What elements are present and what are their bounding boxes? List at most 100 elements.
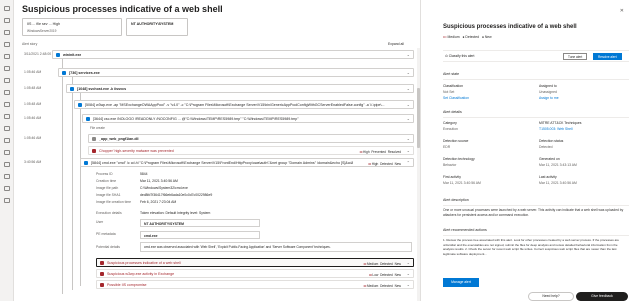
learning-hub-icon[interactable] <box>4 114 10 119</box>
menu-icon[interactable] <box>4 6 10 11</box>
tree-row-cmd[interactable]: 3:40:56 AM [5844] cmd.exe "cmd" /c cd /d… <box>22 158 420 167</box>
threat-analytics-icon[interactable] <box>4 90 10 95</box>
expand-all-button[interactable]: Expand all <box>388 42 404 46</box>
user-entity-card[interactable]: NT AUTHORITY\SYSTEM <box>126 18 188 36</box>
tree-row-services[interactable]: 1:05:46 AM [736] services.exe ⌄ <box>22 68 420 77</box>
row-time: 3:40:56 AM <box>24 160 42 164</box>
file-box[interactable]: _app_web_pngf1ian.dll ⌄ <box>88 134 414 143</box>
partners-icon[interactable] <box>4 162 10 167</box>
process-box[interactable]: [3644] csc.exe /NOLOGO /READONLY /NOCONF… <box>82 114 414 123</box>
endpoints-icon[interactable] <box>4 126 10 131</box>
status2-label: New <box>394 262 401 266</box>
row-time: 1:05:46 AM <box>24 136 42 140</box>
severity-label: Medium <box>447 35 460 39</box>
tree-row-csc[interactable]: 1:05:46 AM [3644] csc.exe /NOLOGO /READO… <box>22 114 420 123</box>
chevron-down-icon[interactable]: ⌄ <box>407 116 410 121</box>
alert-side-panel: ✕ Suspicious processes indicative of a w… <box>420 0 630 301</box>
severity-label: Medium <box>366 262 379 266</box>
action-center-icon[interactable] <box>4 66 10 71</box>
mitre-field: MITRE ATT&CK Techniques T1505.003: Web S… <box>539 121 581 131</box>
field-value: Mar 11, 2021 3:43:13 AM <box>539 163 577 167</box>
device-entity-card[interactable]: IIS ... file sev ... High WindowsServer2… <box>22 18 122 36</box>
process-box[interactable]: [5084] w3wp.exe -ap "MSExchangeOWAAppPoo… <box>74 100 414 109</box>
alert-description-text: One or more unusual processes were launc… <box>443 208 624 217</box>
left-nav-rail <box>0 0 14 301</box>
field-key: First activity <box>443 175 461 179</box>
chevron-down-icon[interactable]: ⌄ <box>407 271 410 276</box>
field-value: Mar 11, 2021 3:40:56 AM <box>539 181 577 185</box>
process-label: wininit.exe <box>63 53 82 57</box>
page-title: Suspicious processes indicative of a web… <box>22 4 223 14</box>
tree-row-wininit[interactable]: 3/11/2021 2:48:00 AM wininit.exe ⌄ <box>22 50 420 59</box>
tree-row-chopper-alert[interactable]: Chopper' high-severity malware was preve… <box>22 146 420 155</box>
potential-details-box: cmd.exe was observed associated with 'We… <box>140 242 412 252</box>
pe-metadata-box[interactable]: cmd.exe <box>140 231 260 239</box>
status-label: Detected <box>380 273 393 277</box>
field-key: Category <box>443 121 457 125</box>
chevron-down-icon[interactable]: ⌄ <box>407 282 410 287</box>
chevron-down-icon[interactable]: ⌄ <box>407 102 410 107</box>
set-classification-link[interactable]: Set Classification <box>443 96 469 100</box>
process-box[interactable]: [5844] cmd.exe "cmd" /c cd /d "C:\Progra… <box>80 158 414 167</box>
chevron-down-icon[interactable]: ⌄ <box>407 70 410 75</box>
alert-state-heading: Alert state <box>443 72 460 76</box>
divider <box>443 205 629 206</box>
classification-field: Classification Not Set Set Classificatio… <box>443 84 469 100</box>
device-inventory-icon[interactable] <box>4 138 10 143</box>
field-key: Classification <box>443 84 463 88</box>
chevron-down-icon[interactable]: ⌄ <box>407 148 410 153</box>
severity-label: High <box>371 162 379 166</box>
field-value: Mar 11, 2021 3:40:56 AM <box>443 181 481 185</box>
alert-tags: ••• Medium Detected New <box>363 261 401 266</box>
close-icon[interactable]: ✕ <box>620 8 624 14</box>
alert-box[interactable]: Possible IIS compromise ••• Medium Detec… <box>96 280 414 289</box>
assigned-field: Assigned to Unassigned Assign to me <box>539 84 559 100</box>
manage-alert-button[interactable]: Manage alert <box>443 278 479 287</box>
vulnerability-icon[interactable] <box>4 150 10 155</box>
home-icon[interactable] <box>4 18 10 23</box>
hunting-icon[interactable] <box>4 54 10 59</box>
incidents-icon[interactable] <box>4 30 10 35</box>
email-icon[interactable] <box>4 186 10 191</box>
reports-icon[interactable] <box>4 78 10 83</box>
mitre-link[interactable]: T1505.003: Web Shell <box>539 127 581 131</box>
process-box[interactable]: [1048] svchost.exe -k iissvcs ⌄ <box>66 84 414 93</box>
alert-box[interactable]: Suspicious processes indicative of a web… <box>96 258 414 267</box>
evaluation-icon[interactable] <box>4 174 10 179</box>
alert-row-iis[interactable]: Possible IIS compromise ••• Medium Detec… <box>22 280 420 289</box>
tree-row-dll[interactable]: 1:05:46 AM _app_web_pngf1ian.dll ⌄ <box>22 134 420 143</box>
process-box[interactable]: wininit.exe ⌄ <box>52 50 414 59</box>
process-box[interactable]: [736] services.exe ⌄ <box>58 68 414 77</box>
chevron-up-icon[interactable]: ⌃ <box>407 160 410 165</box>
classify-label: Classify this alert <box>448 54 475 58</box>
detail-value: Feb 6, 2021 7:23:04 AM <box>140 200 177 204</box>
alert-label: Suspicious processes indicative of a web… <box>107 261 181 265</box>
give-feedback-button[interactable]: Give feedback <box>576 292 628 301</box>
chevron-down-icon[interactable]: ⌄ <box>407 260 410 265</box>
alert-box[interactable]: Suspicious w3wp.exe activity in Exchange… <box>96 269 414 278</box>
secure-score-icon[interactable] <box>4 102 10 107</box>
tune-alert-button[interactable]: Tune alert <box>563 53 588 60</box>
divider <box>443 235 629 236</box>
settings-icon[interactable] <box>4 198 10 203</box>
alert-row-w3wp[interactable]: Suspicious w3wp.exe activity in Exchange… <box>22 269 420 278</box>
chevron-down-icon[interactable]: ⌄ <box>407 52 410 57</box>
shield-icon[interactable] <box>4 42 10 47</box>
file-label: _app_web_pngf1ian.dll <box>99 137 139 141</box>
status-label: Detected <box>380 162 393 166</box>
chevron-down-icon[interactable]: ⌄ <box>407 86 410 91</box>
detail-value: 5844 <box>140 172 148 176</box>
resolve-alert-button[interactable]: Resolve alert <box>593 53 622 60</box>
tree-row-w3wp[interactable]: 1:05:48 AM [5084] w3wp.exe -ap "MSExchan… <box>22 100 420 109</box>
tree-row-svchost[interactable]: 1:05:48 AM [1048] svchost.exe -k iissvcs… <box>22 84 420 93</box>
classify-alert-link[interactable]: ⊙ Classify this alert <box>445 54 474 58</box>
status-label: Detected <box>380 284 393 288</box>
recommended-actions-text: 1. Review the process tree associated wi… <box>443 238 619 256</box>
assign-to-me-link[interactable]: Assign to me <box>539 96 559 100</box>
alert-box[interactable]: Chopper' high-severity malware was preve… <box>88 146 414 155</box>
need-help-button[interactable]: Need help? <box>528 292 574 301</box>
alert-row-web-shell[interactable]: Suspicious processes indicative of a web… <box>22 258 420 267</box>
chevron-down-icon[interactable]: ⌄ <box>407 136 410 141</box>
user-box[interactable]: NT AUTHORITY\SYSTEM <box>140 219 260 227</box>
field-key: Detection source <box>443 139 469 143</box>
